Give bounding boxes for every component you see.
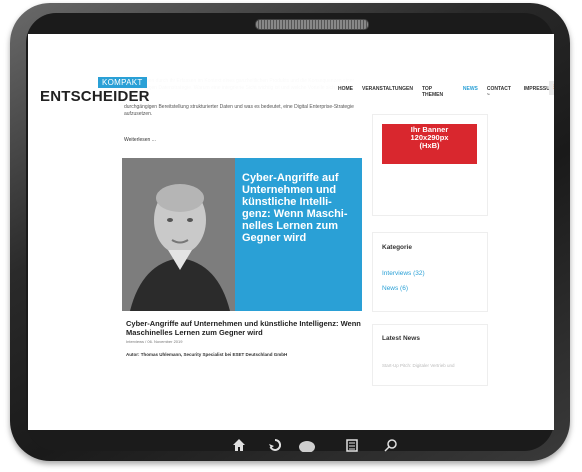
category-title: Kategorie — [382, 244, 412, 251]
hamburger-menu-icon[interactable]: ≡ — [549, 81, 554, 95]
browser-screen: Unternehmen durch ihr Erfassen im Kontex… — [28, 34, 554, 430]
category-news-link[interactable]: News (6) — [382, 285, 408, 292]
logo-entscheider[interactable]: ENTSCHEIDER — [40, 88, 150, 105]
home-icon[interactable] — [232, 438, 246, 456]
latest-news-title: Latest News — [382, 335, 420, 342]
ad-banner[interactable]: Ihr Banner 120x290px (HxB) — [382, 124, 477, 164]
latest-news-widget — [372, 324, 488, 386]
nav-veranstaltungen[interactable]: VERANSTALTUNGEN — [362, 86, 413, 98]
read-more-link[interactable]: Weiterlesen ... — [124, 137, 156, 143]
home-button-icon[interactable] — [298, 438, 316, 456]
article-title[interactable]: Cyber-Angriffe auf Unternehmen und künst… — [126, 319, 362, 337]
nav-top-themen[interactable]: TOP THEMEN — [422, 86, 454, 98]
search-icon[interactable] — [384, 438, 398, 456]
nav-home[interactable]: HOME — [338, 86, 353, 98]
tablet-dock — [0, 438, 582, 456]
speaker-grille — [255, 19, 369, 30]
prev-article-excerpt: durchgängigen Bereitstellung strukturier… — [124, 104, 354, 117]
category-interviews-link[interactable]: Interviews (32) — [382, 270, 425, 277]
latest-news-preview[interactable]: Start-Up Pitch: Digitaler Vertrieb und — [382, 363, 455, 368]
author-photo — [122, 158, 235, 311]
article-meta: Interviews / 06. November 2019 — [126, 339, 183, 344]
main-nav: HOME VERANSTALTUNGEN TOP THEMEN NEWS CON… — [338, 86, 554, 98]
banner-line-3: (HxB) — [419, 141, 440, 150]
article-author: Autor: Thomas Uhlemann, Security Special… — [126, 352, 288, 357]
featured-article-card[interactable]: Cyber-Angriffe auf Unternehmen und künst… — [122, 158, 362, 311]
logo-kompakt[interactable]: KOMPAKT — [98, 77, 147, 88]
card-title-panel: Cyber-Angriffe auf Unternehmen und künst… — [235, 158, 362, 311]
nav-news[interactable]: NEWS — [463, 86, 478, 98]
tabs-icon[interactable] — [345, 438, 359, 456]
nav-contact[interactable]: CONTACT ~ — [487, 86, 515, 98]
card-title[interactable]: Cyber-Angriffe auf Unternehmen und künst… — [242, 172, 358, 244]
portrait-image — [122, 158, 235, 311]
back-icon[interactable] — [268, 438, 282, 456]
